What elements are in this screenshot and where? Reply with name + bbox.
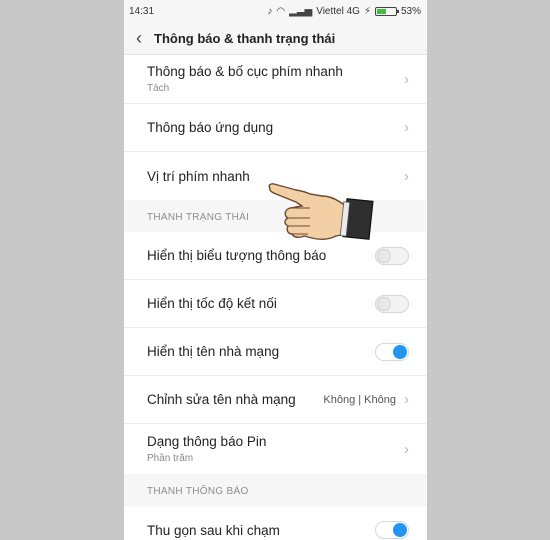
toggle-switch-on[interactable] bbox=[375, 521, 409, 539]
app-bar: ‹ Thông báo & thanh trạng thái bbox=[124, 22, 427, 55]
chevron-right-icon: › bbox=[404, 440, 409, 458]
row-label: Hiển thị tên nhà mạng bbox=[147, 344, 280, 359]
row-collapse-after-tap[interactable]: Thu gọn sau khi chạm bbox=[124, 506, 427, 540]
chevron-right-icon: › bbox=[404, 167, 409, 185]
signal-icon: ▂▃▅ bbox=[289, 5, 313, 17]
row-label: Vị trí phím nhanh bbox=[147, 168, 250, 184]
chevron-right-icon: › bbox=[404, 70, 409, 88]
row-show-connection-speed[interactable]: Hiển thị tốc độ kết nối bbox=[124, 280, 427, 328]
status-right: ♪ ◠ ▂▃▅ Viettel 4G ⚡ 53% bbox=[267, 6, 421, 17]
phone-screen: 14:31 ♪ ◠ ▂▃▅ Viettel 4G ⚡ 53% ‹ Thông b… bbox=[124, 0, 427, 540]
group-status-bar: Hiển thị biểu tượng thông báo Hiển thị t… bbox=[124, 232, 427, 474]
toggle-knob bbox=[377, 248, 391, 263]
row-label: Thông báo & bố cục phím nhanh bbox=[147, 64, 343, 79]
chevron-right-icon: › bbox=[404, 391, 409, 408]
row-notification-layout[interactable]: Thông báo & bố cục phím nhanh Tách › bbox=[124, 55, 427, 104]
battery-percent: 53% bbox=[400, 5, 421, 17]
row-label: Thông báo ứng dụng bbox=[147, 120, 274, 135]
row-sublabel: Tách bbox=[147, 83, 170, 94]
toggle-knob bbox=[393, 344, 407, 359]
page-title: Thông báo & thanh trạng thái bbox=[154, 30, 336, 46]
toggle-switch-off[interactable] bbox=[375, 294, 409, 313]
row-edit-carrier-name[interactable]: Chỉnh sửa tên nhà mạng Không | Không › bbox=[124, 376, 427, 424]
carrier-label: Viettel 4G bbox=[316, 5, 360, 17]
toggle-switch-on[interactable] bbox=[375, 342, 409, 361]
row-label: Hiển thị tốc độ kết nối bbox=[147, 296, 277, 311]
row-battery-indicator[interactable]: Dạng thông báo Pin Phần trăm › bbox=[124, 424, 427, 474]
pointing-hand-icon bbox=[268, 183, 374, 241]
toggle-knob bbox=[377, 296, 391, 311]
chevron-right-icon: › bbox=[404, 119, 409, 136]
group-notification-shade: Thu gọn sau khi chạm bbox=[124, 506, 427, 540]
battery-icon bbox=[374, 6, 399, 16]
section-header-notification-shade: THANH THÔNG BÁO bbox=[124, 474, 427, 506]
row-app-notifications[interactable]: Thông báo ứng dụng › bbox=[124, 104, 427, 152]
row-sublabel: Phần trăm bbox=[147, 453, 194, 464]
row-value: Không | Không bbox=[323, 393, 396, 406]
battery-fill bbox=[376, 8, 386, 14]
toggle-knob bbox=[393, 523, 407, 537]
row-show-carrier-name[interactable]: Hiển thị tên nhà mạng bbox=[124, 328, 427, 376]
row-label: Dạng thông báo Pin bbox=[147, 434, 267, 449]
status-time: 14:31 bbox=[129, 5, 155, 17]
back-arrow-icon[interactable]: ‹ bbox=[124, 28, 154, 49]
row-label: Thu gọn sau khi chạm bbox=[147, 522, 280, 538]
toggle-switch-off[interactable] bbox=[375, 246, 409, 265]
status-bar: 14:31 ♪ ◠ ▂▃▅ Viettel 4G ⚡ 53% bbox=[124, 0, 427, 22]
charging-icon: ⚡ bbox=[363, 5, 371, 17]
wifi-icon: ◠ bbox=[276, 5, 286, 17]
row-label: Chỉnh sửa tên nhà mạng bbox=[147, 392, 296, 407]
mute-icon: ♪ bbox=[267, 5, 273, 17]
